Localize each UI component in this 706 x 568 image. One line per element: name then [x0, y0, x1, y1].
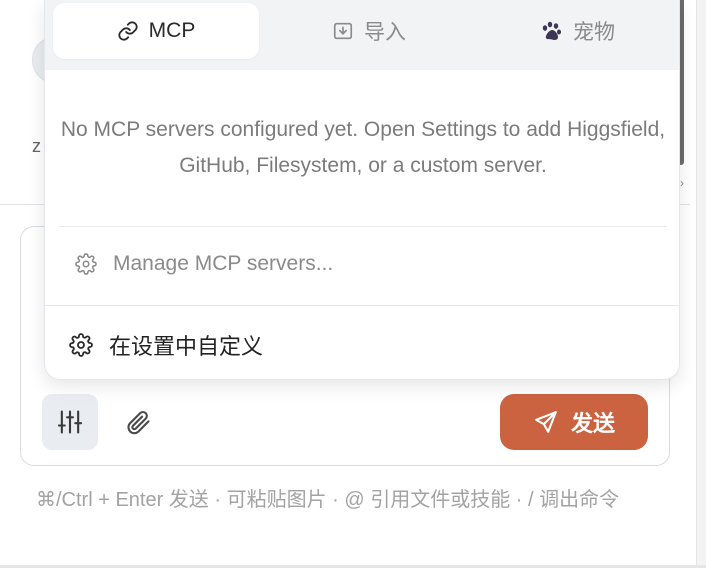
tools-button[interactable] — [42, 394, 98, 450]
import-icon — [332, 20, 354, 42]
chevron-icon: › — [680, 176, 684, 190]
scrollbar[interactable] — [696, 0, 706, 568]
tab-pets[interactable]: 宠物 — [479, 3, 675, 59]
empty-state-message: No MCP servers configured yet. Open Sett… — [60, 118, 666, 177]
divider — [45, 305, 679, 306]
send-icon — [533, 409, 559, 435]
tab-mcp[interactable]: MCP — [53, 3, 259, 59]
paw-icon — [539, 19, 563, 43]
shortcut-hint: ⌘/Ctrl + Enter 发送 · 可粘贴图片 · @ 引用文件或技能 · … — [36, 489, 620, 511]
paperclip-icon — [124, 408, 152, 436]
send-label: 发送 — [570, 411, 615, 436]
tab-label: 导入 — [364, 21, 406, 44]
manage-mcp-label: Manage MCP servers... — [113, 252, 334, 275]
tab-bar: MCP 导入 宠物 — [45, 0, 679, 70]
customize-in-settings-item[interactable]: 在设置中自定义 — [45, 318, 679, 372]
gear-icon — [69, 333, 93, 357]
partial-label: z — [32, 136, 41, 156]
send-button[interactable]: 发送 — [500, 394, 648, 450]
gear-icon — [75, 253, 97, 275]
tab-label: MCP — [148, 19, 196, 42]
tab-import[interactable]: 导入 — [269, 3, 469, 59]
tab-label: 宠物 — [573, 21, 615, 44]
attach-button[interactable] — [110, 394, 166, 450]
divider — [59, 226, 667, 227]
manage-mcp-servers-item[interactable]: Manage MCP servers... — [59, 238, 667, 290]
link-icon — [117, 20, 139, 42]
tools-popover: MCP 导入 宠物 No MCP servers configured yet.… — [44, 0, 680, 380]
customize-label: 在设置中自定义 — [109, 334, 264, 359]
sliders-icon — [56, 408, 84, 436]
